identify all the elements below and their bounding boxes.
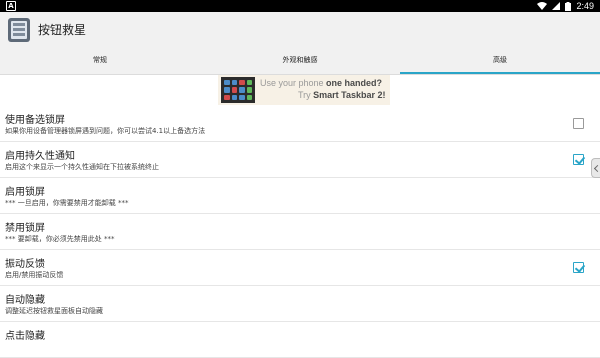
ad-phone-image — [221, 77, 255, 103]
tab-advanced[interactable]: 高级 — [400, 48, 600, 74]
signal-icon — [552, 2, 561, 10]
app-bar: 按钮救星 — [0, 12, 600, 48]
settings-list: 使用备选锁屏 如果你用设备管理器锁屏遇到问题，你可以尝试4.1以上备选方法 启用… — [0, 106, 600, 358]
app-launcher-icon[interactable] — [7, 17, 31, 43]
setting-title: 自动隐藏 — [5, 295, 45, 306]
ad-line2: Try Smart Taskbar 2! — [298, 90, 386, 100]
setting-auto-hide[interactable]: 自动隐藏 调整延迟按钮救星面板自动隐藏 — [0, 286, 600, 322]
battery-icon — [565, 1, 572, 11]
status-bar: A 2:49 — [0, 0, 600, 12]
setting-enable-lockscreen[interactable]: 启用锁屏 *** 一旦启用，你需要禁用才能卸载 *** — [0, 178, 600, 214]
setting-title: 使用备选锁屏 — [5, 115, 65, 126]
tab-appearance[interactable]: 外观和触感 — [200, 48, 400, 74]
setting-title: 启用锁屏 — [5, 187, 45, 198]
setting-title: 禁用锁屏 — [5, 223, 45, 234]
edge-panel-handle[interactable] — [591, 158, 600, 178]
setting-title: 振动反馈 — [5, 259, 45, 270]
notification-a-icon: A — [6, 1, 16, 11]
setting-subtitle: 启用/禁用振动反馈 — [5, 271, 64, 279]
setting-vibration-feedback[interactable]: 振动反馈 启用/禁用振动反馈 — [0, 250, 600, 286]
ad-line1: Use your phone one handed? — [260, 78, 383, 88]
checkbox[interactable] — [573, 262, 584, 273]
tab-bar: 常规 外观和触感 高级 — [0, 48, 600, 74]
checkbox[interactable] — [573, 118, 584, 129]
status-icons: 2:49 — [537, 0, 594, 12]
tab-general[interactable]: 常规 — [0, 48, 200, 74]
app-title: 按钮救星 — [38, 23, 87, 37]
setting-title: 点击隐藏 — [5, 331, 45, 342]
setting-tap-to-hide[interactable]: 点击隐藏 — [0, 322, 600, 358]
ad-banner[interactable]: Use your phone one handed? Try Smart Tas… — [218, 75, 390, 105]
setting-subtitle: *** 一旦启用，你需要禁用才能卸载 *** — [5, 199, 129, 207]
wifi-icon — [537, 2, 548, 10]
setting-title: 启用持久性通知 — [5, 151, 75, 162]
setting-subtitle: 调整延迟按钮救星面板自动隐藏 — [5, 307, 103, 315]
setting-persistent-notification[interactable]: 启用持久性通知 启用这个来显示一个持久性通知在下拉被系统终止 — [0, 142, 600, 178]
setting-disable-lockscreen[interactable]: 禁用锁屏 *** 要卸载，你必须先禁用此处 *** — [0, 214, 600, 250]
setting-subtitle: 如果你用设备管理器锁屏遇到问题，你可以尝试4.1以上备选方法 — [5, 127, 206, 135]
checkbox[interactable] — [573, 154, 584, 165]
status-time: 2:49 — [576, 1, 594, 11]
setting-subtitle: *** 要卸载，你必须先禁用此处 *** — [5, 235, 115, 243]
setting-subtitle: 启用这个来显示一个持久性通知在下拉被系统终止 — [5, 163, 159, 171]
setting-alternate-lockscreen[interactable]: 使用备选锁屏 如果你用设备管理器锁屏遇到问题，你可以尝试4.1以上备选方法 — [0, 106, 600, 142]
